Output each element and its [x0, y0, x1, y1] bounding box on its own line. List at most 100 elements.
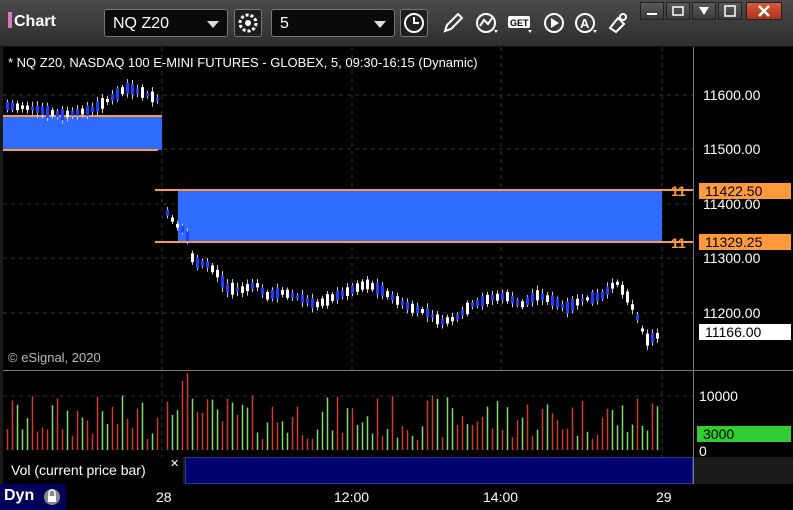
candle-body — [41, 106, 44, 115]
price-tick: 11300.00 — [703, 250, 761, 266]
candle-body — [86, 105, 89, 116]
candle-body — [156, 97, 159, 101]
candle-body — [441, 318, 444, 325]
lock-icon — [44, 489, 60, 505]
candle-body — [356, 283, 359, 292]
candle-body — [471, 302, 474, 307]
candle-body — [646, 333, 649, 346]
candle-body — [171, 217, 174, 222]
candle-body — [601, 291, 604, 299]
candle-body — [626, 291, 629, 303]
candle-body — [461, 310, 464, 316]
candle-body — [301, 294, 304, 303]
candle-body — [606, 286, 609, 295]
zone-current[interactable] — [178, 190, 662, 242]
candle-body — [206, 261, 209, 268]
candle-body — [321, 298, 324, 306]
candle-body — [411, 303, 414, 313]
candle-body — [341, 290, 344, 297]
time-axis[interactable] — [0, 484, 793, 510]
candle-body — [436, 314, 439, 325]
candle-body — [596, 292, 599, 301]
candle-body — [426, 308, 429, 318]
candle-body — [506, 291, 509, 302]
candle-body — [376, 282, 379, 295]
volume-strip — [185, 457, 693, 484]
candle-body — [581, 298, 584, 302]
candle-body — [176, 223, 179, 228]
candle-body — [261, 287, 264, 296]
candle-body — [616, 281, 619, 285]
dynamic-mode-button[interactable]: Dyn — [0, 484, 66, 510]
candle-body — [516, 299, 519, 306]
candle-body — [396, 296, 399, 305]
grid-lines — [3, 47, 693, 457]
candle-body — [431, 314, 434, 318]
volume-study-label[interactable]: Vol (current price bar) — [3, 457, 183, 484]
volume-tick: 0 — [699, 443, 707, 459]
time-label: 29 — [656, 489, 672, 505]
candle-body — [631, 304, 634, 310]
volume-tick: 10000 — [699, 388, 738, 404]
candle-body — [326, 294, 329, 306]
candle-body — [56, 110, 59, 118]
price-tick: 11200.00 — [703, 305, 761, 321]
candle-body — [636, 314, 639, 321]
price-tag-lower: 11329.25 — [699, 234, 791, 250]
zone-previous[interactable] — [3, 116, 162, 150]
candle-body — [361, 281, 364, 290]
candle-body — [166, 209, 169, 216]
candle-body — [271, 289, 274, 299]
candle-body — [651, 333, 654, 343]
candle-body — [481, 295, 484, 307]
candle-body — [611, 282, 614, 289]
candle-body — [511, 296, 514, 304]
candle-body — [101, 98, 104, 109]
candle-body — [556, 298, 559, 308]
close-study-icon[interactable]: ✕ — [170, 457, 179, 470]
candle-body — [61, 109, 64, 121]
candle-body — [491, 295, 494, 301]
candle-body — [466, 302, 469, 315]
candle-body — [246, 284, 249, 292]
chart-info: * NQ Z20, NASDAQ 100 E-MINI FUTURES - GL… — [8, 55, 478, 70]
candle-body — [591, 291, 594, 304]
candle-body — [91, 106, 94, 112]
candle-body — [586, 297, 589, 301]
level-label-upper: 11 — [671, 183, 686, 199]
candle-body — [11, 102, 14, 111]
candle-body — [31, 106, 34, 110]
candle-body — [211, 265, 214, 273]
volume-tag-last: 3000 — [697, 426, 791, 442]
candle-body — [496, 293, 499, 301]
candle-body — [21, 105, 24, 110]
candle-body — [391, 294, 394, 301]
chart-drawing — [3, 47, 793, 484]
candle-body — [51, 109, 54, 116]
candle-body — [571, 299, 574, 311]
candle-body — [486, 294, 489, 304]
candle-body — [251, 282, 254, 289]
candle-body — [551, 295, 554, 306]
candle-body — [196, 257, 199, 269]
candle-body — [71, 110, 74, 116]
time-label: 14:00 — [483, 489, 519, 505]
candle-body — [451, 316, 454, 322]
candle-body — [371, 283, 374, 290]
candle-body — [476, 299, 479, 306]
candle-body — [401, 300, 404, 306]
candle-body — [521, 301, 524, 308]
candle-body — [76, 108, 79, 116]
candle-body — [111, 94, 114, 101]
candle-body — [311, 298, 314, 308]
candle-body — [201, 260, 204, 267]
candle-body — [116, 88, 119, 100]
price-tag-last: 11166.00 — [699, 324, 791, 340]
time-label: 12:00 — [334, 489, 370, 505]
candle-body — [186, 231, 189, 242]
candle-body — [446, 317, 449, 324]
candle-body — [541, 293, 544, 301]
candle-body — [456, 314, 459, 320]
candle-body — [106, 98, 109, 103]
candle-body — [236, 287, 239, 292]
